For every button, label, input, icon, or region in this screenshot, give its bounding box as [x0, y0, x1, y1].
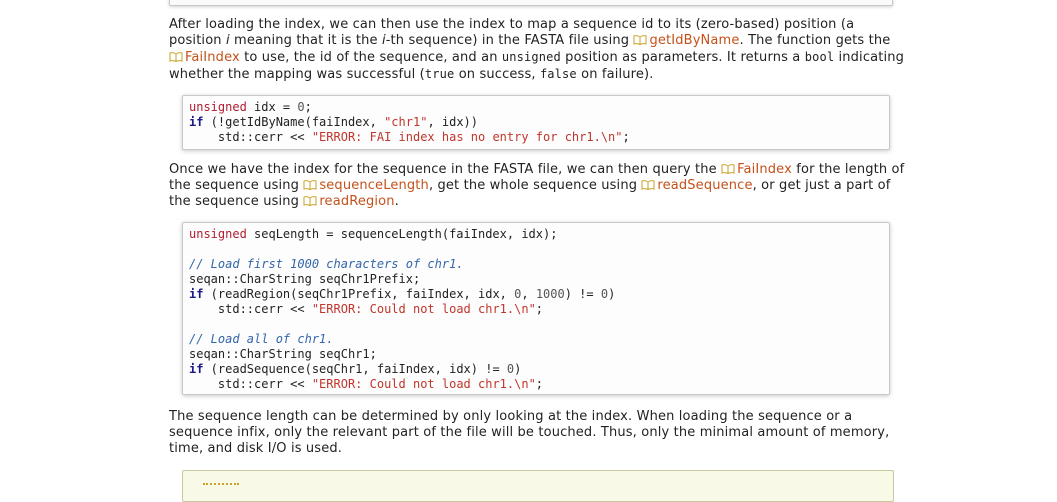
- code-line: seqan::CharString seqChr1Prefix;: [189, 272, 421, 286]
- paragraph-query: Once we have the index for the sequence …: [169, 162, 905, 209]
- code-line: if (readSequence(seqChr1, faiIndex, idx)…: [189, 362, 522, 376]
- code-block-read: unsigned seqLength = sequenceLength(faiI…: [182, 222, 890, 395]
- book-icon: [303, 196, 317, 206]
- code-line: unsigned seqLength = sequenceLength(faiI…: [189, 227, 558, 241]
- book-icon: [169, 52, 183, 62]
- link-sequencelength[interactable]: sequenceLength: [303, 178, 429, 193]
- book-icon: [633, 35, 647, 45]
- link-readregion[interactable]: readRegion: [303, 194, 394, 209]
- code-comment: // Load all of chr1.: [189, 332, 334, 346]
- book-icon: [721, 164, 735, 174]
- link-getidbyname[interactable]: getIdByName: [633, 33, 739, 48]
- code-line: std::cerr << "ERROR: Could not load chr1…: [189, 302, 544, 316]
- code-line: std::cerr << "ERROR: FAI index has no en…: [189, 130, 630, 144]
- paragraph-sequence-length: The sequence length can be determined by…: [169, 409, 890, 456]
- code-comment: // Load first 1000 characters of chr1.: [189, 257, 464, 271]
- next-note-box: [182, 470, 894, 502]
- link-faiindex[interactable]: FaiIndex: [169, 50, 240, 65]
- code-line: if (!getIdByName(faiIndex, "chr1", idx)): [189, 115, 479, 129]
- code-line: std::cerr << "ERROR: Could not load chr1…: [189, 377, 544, 391]
- book-icon: [641, 180, 655, 190]
- link-faiindex[interactable]: FaiIndex: [721, 162, 792, 177]
- code-line: if (readRegion(seqChr1Prefix, faiIndex, …: [189, 287, 616, 301]
- link-readsequence[interactable]: readSequence: [641, 178, 752, 193]
- code-line: seqan::CharString seqChr1;: [189, 347, 377, 361]
- paragraph-getidbyname: After loading the index, we can then use…: [169, 17, 905, 82]
- code-block-getidbyname: unsigned idx = 0; if (!getIdByName(faiIn…: [182, 95, 890, 150]
- previous-code-box: [169, 0, 893, 6]
- code-line: unsigned idx = 0;: [189, 100, 312, 114]
- book-icon: [303, 180, 317, 190]
- note-icon: [203, 483, 239, 491]
